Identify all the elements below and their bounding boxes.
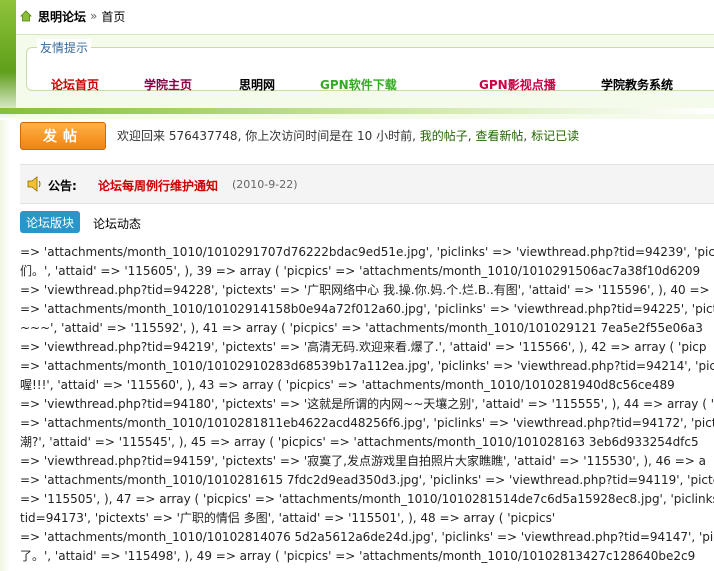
- announcement-title-link[interactable]: 论坛每周例行维护通知: [98, 177, 218, 194]
- debug-line: => '115505', ), 47 => array ( 'picpics' …: [20, 492, 714, 506]
- link-gpn-software[interactable]: GPN软件下载: [320, 76, 397, 93]
- breadcrumb: 思明论坛 » 首页: [20, 6, 125, 26]
- debug-line: 了。', 'attaid' => '115498', ), 49 => arra…: [20, 549, 696, 563]
- link-gpn-video[interactable]: GPN影视点播: [479, 76, 556, 93]
- green-divider: [0, 108, 714, 114]
- debug-line: 潮?', 'attaid' => '115545', ), 45 => arra…: [20, 435, 699, 449]
- link-siming-net[interactable]: 思明网: [239, 76, 275, 93]
- friendly-links-legend: 友情提示: [37, 39, 92, 56]
- debug-line: => 'attachments/month_1010/10102910283d6…: [20, 359, 714, 373]
- username: 576437748: [168, 129, 238, 143]
- debug-line: => 'attachments/month_1010/1010291707d76…: [20, 245, 714, 259]
- comma-separator: ,: [467, 129, 472, 143]
- breadcrumb-site-link[interactable]: 思明论坛: [38, 8, 86, 25]
- debug-line: 们。', 'attaid' => '115605', ), 39 => arra…: [20, 264, 701, 278]
- new-posts-link[interactable]: 查看新帖: [475, 129, 523, 143]
- link-forum-home[interactable]: 论坛首页: [51, 76, 99, 93]
- friendly-links-panel: 友情提示 论坛首页 学院主页 思明网 GPN软件下载 GPN影视点播 学院教务系…: [16, 34, 714, 119]
- debug-line: 喔!!!', 'attaid' => '115560', ), 43 => ar…: [20, 378, 675, 392]
- link-academic-system[interactable]: 学院教务系统: [601, 76, 673, 93]
- debug-line: => 'attachments/month_1010/10102814076 5…: [20, 530, 714, 544]
- announcement-label: 公告:: [48, 179, 77, 193]
- tab-forum-activity[interactable]: 论坛动态: [93, 215, 141, 232]
- debug-line: => 'viewthread.php?tid=94228', 'pictexts…: [20, 283, 710, 297]
- announcement-bar: 公告: 论坛每周例行维护通知 (2010-9-22): [20, 164, 714, 204]
- new-post-button[interactable]: 发帖: [20, 122, 106, 150]
- debug-line: => 'attachments/month_1010/1010281615 7f…: [20, 473, 714, 487]
- debug-line: => 'viewthread.php?tid=94180', 'pictexts…: [20, 397, 714, 411]
- breadcrumb-separator: »: [90, 9, 98, 23]
- vine-decoration: [0, 0, 16, 120]
- debug-line: => 'viewthread.php?tid=94159', 'pictexts…: [20, 454, 706, 468]
- debug-output: => 'attachments/month_1010/1010291707d76…: [20, 243, 714, 566]
- last-visit-text: , 你上次访问时间是在 10 小时前,: [237, 129, 416, 143]
- home-icon: [20, 10, 32, 22]
- debug-line: => 'attachments/month_1010/10102914158b0…: [20, 302, 714, 316]
- mark-read-link[interactable]: 标记已读: [531, 129, 579, 143]
- debug-line: => 'viewthread.php?tid=94219', 'pictexts…: [20, 340, 707, 354]
- my-posts-link[interactable]: 我的帖子: [420, 129, 468, 143]
- friendly-links-box: 友情提示 论坛首页 学院主页 思明网 GPN软件下载 GPN影视点播 学院教务系…: [26, 39, 714, 93]
- speaker-icon: [27, 176, 41, 192]
- link-college-home[interactable]: 学院主页: [144, 76, 192, 93]
- debug-line: tid=94173', 'pictexts' => '广职的情侣 多图', 'a…: [20, 511, 556, 525]
- post-row: 发帖 欢迎回来 576437748, 你上次访问时间是在 10 小时前, 我的帖…: [0, 118, 714, 154]
- tab-forum-boards[interactable]: 论坛版块: [20, 211, 81, 233]
- debug-line: ~~~', 'attaid' => '115592', ), 41 => arr…: [20, 321, 703, 335]
- welcome-message: 欢迎回来 576437748, 你上次访问时间是在 10 小时前, 我的帖子, …: [117, 127, 579, 144]
- breadcrumb-current: 首页: [101, 9, 126, 24]
- announcement-date: (2010-9-22): [232, 178, 298, 191]
- debug-line: => 'attachments/month_1010/1010281811eb4…: [20, 416, 714, 430]
- comma-separator: ,: [523, 129, 528, 143]
- welcome-prefix: 欢迎回来: [117, 129, 166, 143]
